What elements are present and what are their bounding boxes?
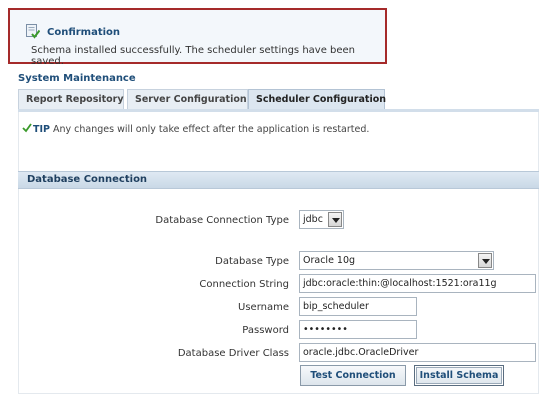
confirmation-checkmark-icon: [26, 24, 41, 39]
confirmation-box: Confirmation Schema installed successful…: [8, 8, 387, 67]
username-label: Username: [238, 302, 289, 313]
driver-class-label: Database Driver Class: [177, 348, 289, 359]
tip-check-icon: [22, 123, 32, 133]
chevron-down-icon[interactable]: [478, 253, 492, 268]
tip-label: TIP: [33, 124, 50, 135]
tab-server-configuration[interactable]: Server Configuration: [127, 89, 248, 109]
database-type-value: Oracle 10g: [303, 255, 356, 266]
connection-string-field[interactable]: jdbc:oracle:thin:@localhost:1521:ora11g: [299, 274, 536, 293]
system-maintenance-title: System Maintenance: [18, 73, 136, 84]
tip-message: TIP Any changes will only take effect af…: [22, 123, 369, 135]
install-schema-button[interactable]: Install Schema: [414, 365, 504, 386]
username-field[interactable]: bip_scheduler: [299, 297, 417, 316]
connection-type-label: Database Connection Type: [155, 215, 289, 226]
confirmation-message: Schema installed successfully. The sched…: [31, 45, 356, 67]
database-connection-header: Database Connection: [18, 171, 539, 189]
tip-text: Any changes will only take effect after …: [49, 124, 370, 135]
connection-string-label: Connection String: [199, 279, 289, 290]
connection-type-value: jdbc: [303, 214, 323, 225]
driver-class-field[interactable]: oracle.jdbc.OracleDriver: [299, 343, 536, 362]
password-field[interactable]: ••••••••: [299, 320, 417, 339]
test-connection-button[interactable]: Test Connection: [300, 365, 406, 386]
chevron-down-icon[interactable]: [328, 212, 342, 227]
database-type-label: Database Type: [215, 256, 289, 267]
connection-type-select[interactable]: jdbc: [299, 210, 344, 229]
tab-scheduler-configuration[interactable]: Scheduler Configuration: [248, 89, 386, 109]
tab-report-repository[interactable]: Report Repository: [18, 89, 124, 109]
database-type-select[interactable]: Oracle 10g: [299, 251, 494, 270]
confirmation-title: Confirmation: [47, 27, 121, 38]
password-label: Password: [242, 325, 289, 336]
